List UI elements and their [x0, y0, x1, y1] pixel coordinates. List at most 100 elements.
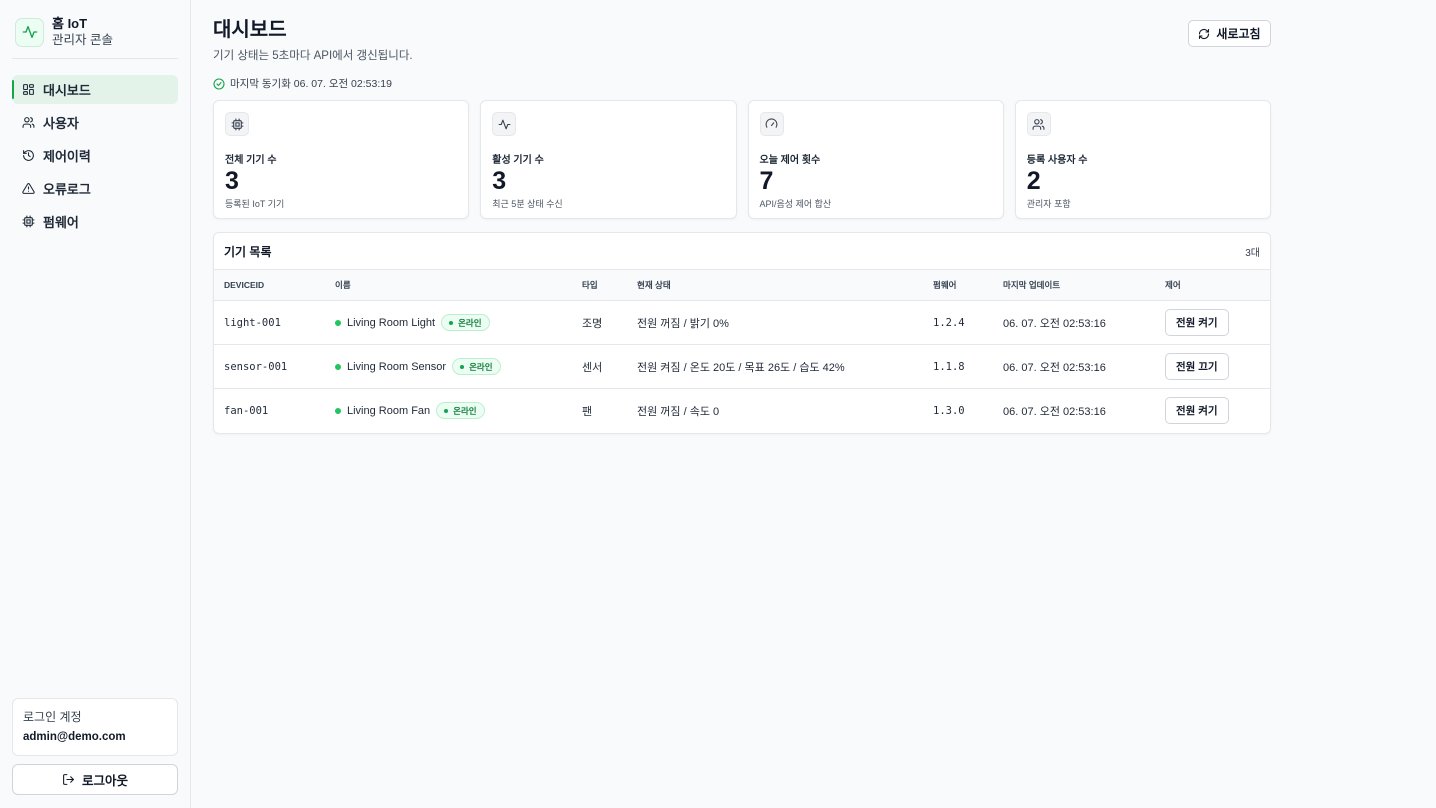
table-header-row: DEVICEID 이름 타입 현재 상태 펌웨어 마지막 업데이트 제어 [214, 269, 1270, 301]
sidebar-nav: 대시보드 사용자 제어이력 오류로그 펌웨어 [12, 75, 178, 236]
account-label: 로그인 계정 [23, 710, 82, 724]
device-type: 조명 [582, 317, 603, 330]
table-row: light-001 Living Room Light 온라인 조명 전원 꺼짐… [214, 301, 1270, 345]
stat-subtext: 최근 5분 상태 수신 [492, 199, 563, 209]
device-control-cell: 전원 켜기 [1155, 301, 1270, 345]
logout-button[interactable]: 로그아웃 [12, 764, 178, 795]
device-id: fan-001 [224, 404, 269, 417]
sidebar-item-error-log[interactable]: 오류로그 [12, 174, 178, 203]
device-id: light-001 [224, 316, 281, 329]
status-dot [335, 363, 341, 370]
column-header: 제어 [1165, 280, 1181, 290]
sidebar-item-label: 제어이력 [43, 149, 91, 164]
brand: 홈 IoT 관리자 콘솔 [12, 14, 178, 59]
sidebar-item-label: 펌웨어 [43, 215, 79, 230]
stat-value: 3 [492, 167, 507, 195]
chip-icon [225, 112, 249, 136]
sync-text: 마지막 동기화 06. 07. 오전 02:53:19 [230, 78, 392, 90]
sidebar-item-label: 대시보드 [43, 83, 91, 98]
refresh-icon [1199, 28, 1210, 39]
device-table: DEVICEID 이름 타입 현재 상태 펌웨어 마지막 업데이트 제어 lig… [214, 269, 1270, 433]
device-control-cell: 전원 끄기 [1155, 345, 1270, 389]
status-dot [335, 319, 341, 326]
device-updated: 06. 07. 오전 02:53:16 [1003, 361, 1106, 374]
activity-icon [492, 112, 517, 136]
device-id: sensor-001 [224, 360, 288, 373]
refresh-button[interactable]: 새로고침 [1188, 20, 1271, 47]
activity-icon [15, 17, 44, 47]
stat-value: 7 [759, 167, 774, 195]
users-icon [1026, 112, 1051, 136]
refresh-label: 새로고침 [1216, 27, 1261, 41]
sidebar-item-history[interactable]: 제어이력 [12, 141, 178, 170]
stat-value: 2 [1026, 167, 1041, 195]
device-firmware: 1.2.4 [933, 316, 965, 329]
device-name-cell: Living Room Sensor 온라인 [325, 345, 572, 389]
device-name: Living Room Light [347, 316, 436, 329]
device-state: 전원 꺼짐 / 밝기 0% [637, 317, 729, 330]
device-name: Living Room Fan [347, 404, 431, 417]
chip-icon [22, 215, 35, 228]
status-badge: 온라인 [452, 358, 501, 375]
device-updated: 06. 07. 오전 02:53:16 [1003, 317, 1106, 330]
stat-label: 전체 기기 수 [225, 155, 277, 166]
device-count: 3대 [1245, 247, 1260, 259]
column-header: DEVICEID [224, 280, 265, 290]
table-row: fan-001 Living Room Fan 온라인 팬 전원 꺼짐 / 속도… [214, 389, 1270, 433]
sync-status: 마지막 동기화 06. 07. 오전 02:53:19 [213, 76, 1436, 91]
device-name-cell: Living Room Light 온라인 [325, 301, 572, 345]
power-on-button[interactable]: 전원 켜기 [1165, 397, 1229, 425]
warning-icon [22, 183, 35, 194]
stat-cards: 전체 기기 수 3 등록된 IoT 기기 활성 기기 수 3 최근 5분 상태 … [213, 100, 1271, 219]
gauge-icon [759, 112, 784, 136]
sidebar-item-firmware[interactable]: 펌웨어 [12, 207, 178, 236]
table-row: sensor-001 Living Room Sensor 온라인 센서 전원 … [214, 345, 1270, 389]
stat-subtext: 등록된 IoT 기기 [225, 199, 285, 209]
status-badge-label: 온라인 [458, 317, 482, 328]
stat-label: 등록 사용자 수 [1026, 155, 1088, 166]
sidebar-item-users[interactable]: 사용자 [12, 108, 178, 137]
device-name: Living Room Sensor [347, 360, 447, 373]
device-list-panel: 기기 목록 3대 DEVICEID 이름 타입 현재 상태 펌웨어 마지막 업데… [213, 232, 1271, 434]
device-state: 전원 켜짐 / 온도 20도 / 목표 26도 / 습도 42% [637, 361, 845, 374]
history-icon [23, 150, 34, 161]
brand-title: 홈 IoT [52, 16, 88, 31]
stat-card-total-devices: 전체 기기 수 3 등록된 IoT 기기 [213, 100, 470, 219]
column-header: 현재 상태 [637, 280, 671, 290]
logout-label: 로그아웃 [81, 774, 128, 788]
page-description: 기기 상태는 5초마다 API에서 갱신됩니다. [213, 50, 413, 62]
status-badge-label: 온라인 [469, 361, 493, 372]
status-badge: 온라인 [441, 314, 490, 331]
device-type: 센서 [582, 361, 603, 374]
status-badge-label: 온라인 [453, 405, 477, 416]
sidebar: 홈 IoT 관리자 콘솔 대시보드 사용자 제어이력 오류로그 펌웨어 로그인 … [0, 0, 191, 808]
brand-subtitle: 관리자 콘솔 [52, 33, 113, 47]
power-on-button[interactable]: 전원 켜기 [1165, 309, 1229, 336]
status-badge: 온라인 [436, 402, 485, 420]
column-header: 이름 [335, 280, 351, 290]
device-list-title: 기기 목록 [224, 244, 272, 259]
device-firmware: 1.3.0 [933, 404, 965, 417]
sidebar-item-dashboard[interactable]: 대시보드 [12, 75, 178, 104]
main-content: 대시보드 기기 상태는 5초마다 API에서 갱신됩니다. 새로고침 마지막 동… [191, 0, 1436, 808]
stat-card-users: 등록 사용자 수 2 관리자 포함 [1014, 100, 1271, 219]
status-dot [335, 407, 341, 414]
device-control-cell: 전원 켜기 [1155, 389, 1270, 433]
device-firmware: 1.1.8 [933, 360, 965, 373]
stat-value: 3 [225, 167, 239, 195]
device-updated: 06. 07. 오전 02:53:16 [1003, 405, 1106, 418]
device-list-header: 기기 목록 3대 [214, 233, 1270, 269]
stat-card-active-devices: 활성 기기 수 3 최근 5분 상태 수신 [480, 100, 737, 219]
power-off-button[interactable]: 전원 끄기 [1165, 353, 1229, 380]
column-header: 타입 [582, 280, 598, 290]
column-header: 마지막 업데이트 [1003, 280, 1061, 290]
account-box: 로그인 계정 admin@demo.com [12, 698, 178, 756]
grid-icon [23, 84, 34, 95]
sidebar-item-label: 사용자 [43, 116, 79, 131]
stat-label: 활성 기기 수 [492, 155, 544, 166]
device-name-cell: Living Room Fan 온라인 [325, 389, 572, 433]
stat-subtext: API/음성 제어 합산 [759, 199, 832, 209]
check-circle-icon [213, 77, 225, 90]
column-header: 펌웨어 [933, 280, 957, 290]
stat-card-control-count: 오늘 제어 횟수 7 API/음성 제어 합산 [747, 100, 1004, 219]
